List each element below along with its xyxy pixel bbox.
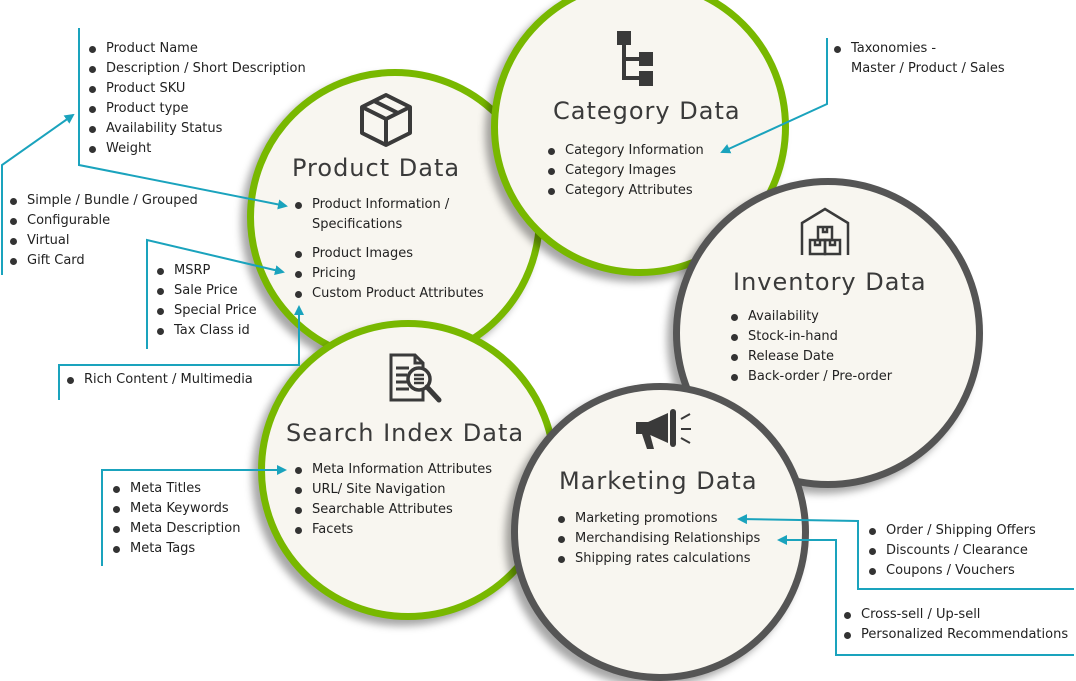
product-item-info-line1: Product Information /: [312, 197, 450, 212]
product-item-info-line2: Specifications: [312, 217, 403, 232]
taxonomies-line2: Master / Product / Sales: [851, 61, 1005, 76]
search-item: Facets: [295, 520, 492, 540]
search-item: Meta Information Attributes: [295, 460, 492, 480]
callout-item: Meta Description: [113, 519, 240, 539]
warehouse-icon: [800, 207, 850, 256]
callout-item: Order / Shipping Offers: [869, 521, 1036, 541]
category-item: Category Attributes: [548, 181, 704, 201]
category-item: Category Images: [548, 161, 704, 181]
product-data-list: Product Information / Specifications Pro…: [295, 195, 484, 304]
product-item-custom-attributes: Custom Product Attributes: [295, 284, 484, 304]
callout-merchandising: Cross-sell / Up-sell Personalized Recomm…: [844, 605, 1068, 645]
callout-product-info: Product Name Description / Short Descrip…: [89, 39, 306, 159]
callout-item: Description / Short Description: [89, 59, 306, 79]
marketing-item: Marketing promotions: [558, 509, 760, 529]
data-diagram: Product Data Product Information / Speci…: [0, 0, 1076, 681]
callout-meta: Meta Titles Meta Keywords Meta Descripti…: [113, 479, 240, 559]
callout-item: Discounts / Clearance: [869, 541, 1036, 561]
callout-item: MSRP: [157, 261, 257, 281]
taxonomies-line1: Taxonomies -: [851, 41, 937, 56]
callout-item: Meta Keywords: [113, 499, 240, 519]
hierarchy-icon: [617, 31, 653, 86]
callout-item: Coupons / Vouchers: [869, 561, 1036, 581]
callout-item: Availability Status: [89, 119, 306, 139]
callout-product-types: Simple / Bundle / Grouped Configurable V…: [10, 191, 198, 271]
product-data-title: Product Data: [292, 154, 461, 182]
marketing-item: Shipping rates calculations: [558, 549, 760, 569]
callout-item: Personalized Recommendations: [844, 625, 1068, 645]
search-item: URL/ Site Navigation: [295, 480, 492, 500]
callout-item: Weight: [89, 139, 306, 159]
category-data-title: Category Data: [553, 97, 741, 125]
product-item-info: Product Information / Specifications: [295, 195, 484, 235]
callout-item: Special Price: [157, 301, 257, 321]
marketing-item: Merchandising Relationships: [558, 529, 760, 549]
product-item-pricing: Pricing: [295, 264, 484, 284]
document-search-icon: [389, 353, 442, 403]
search-index-data-title: Search Index Data: [286, 419, 525, 447]
product-item-images: Product Images: [295, 244, 484, 264]
megaphone-icon: [636, 409, 691, 449]
callout-pricing: MSRP Sale Price Special Price Tax Class …: [157, 261, 257, 341]
search-index-data-list: Meta Information Attributes URL/ Site Na…: [295, 460, 492, 540]
callout-item: Product Name: [89, 39, 306, 59]
callout-item: Meta Titles: [113, 479, 240, 499]
marketing-data-list: Marketing promotions Merchandising Relat…: [558, 509, 760, 569]
callout-item: Product type: [89, 99, 306, 119]
callout-item: Meta Tags: [113, 539, 240, 559]
inventory-data-list: Availability Stock-in-hand Release Date …: [731, 307, 892, 387]
callout-promotions: Order / Shipping Offers Discounts / Clea…: [869, 521, 1036, 581]
search-item: Searchable Attributes: [295, 500, 492, 520]
inventory-item: Stock-in-hand: [731, 327, 892, 347]
callout-item: Taxonomies - Master / Product / Sales: [834, 39, 1005, 79]
inventory-data-title: Inventory Data: [733, 268, 927, 296]
callout-item: Tax Class id: [157, 321, 257, 341]
callout-item: Product SKU: [89, 79, 306, 99]
callout-custom-attributes: Rich Content / Multimedia: [67, 370, 253, 390]
inventory-item: Back-order / Pre-order: [731, 367, 892, 387]
box-icon: [360, 93, 412, 147]
callout-item: Virtual: [10, 231, 198, 251]
callout-taxonomies: Taxonomies - Master / Product / Sales: [834, 39, 1005, 79]
callout-item: Rich Content / Multimedia: [67, 370, 253, 390]
callout-item: Configurable: [10, 211, 198, 231]
marketing-data-title: Marketing Data: [559, 467, 758, 495]
callout-item: Cross-sell / Up-sell: [844, 605, 1068, 625]
inventory-item: Release Date: [731, 347, 892, 367]
category-item: Category Information: [548, 141, 704, 161]
category-data-list: Category Information Category Images Cat…: [548, 141, 704, 201]
callout-item: Sale Price: [157, 281, 257, 301]
inventory-item: Availability: [731, 307, 892, 327]
callout-item: Simple / Bundle / Grouped: [10, 191, 198, 211]
